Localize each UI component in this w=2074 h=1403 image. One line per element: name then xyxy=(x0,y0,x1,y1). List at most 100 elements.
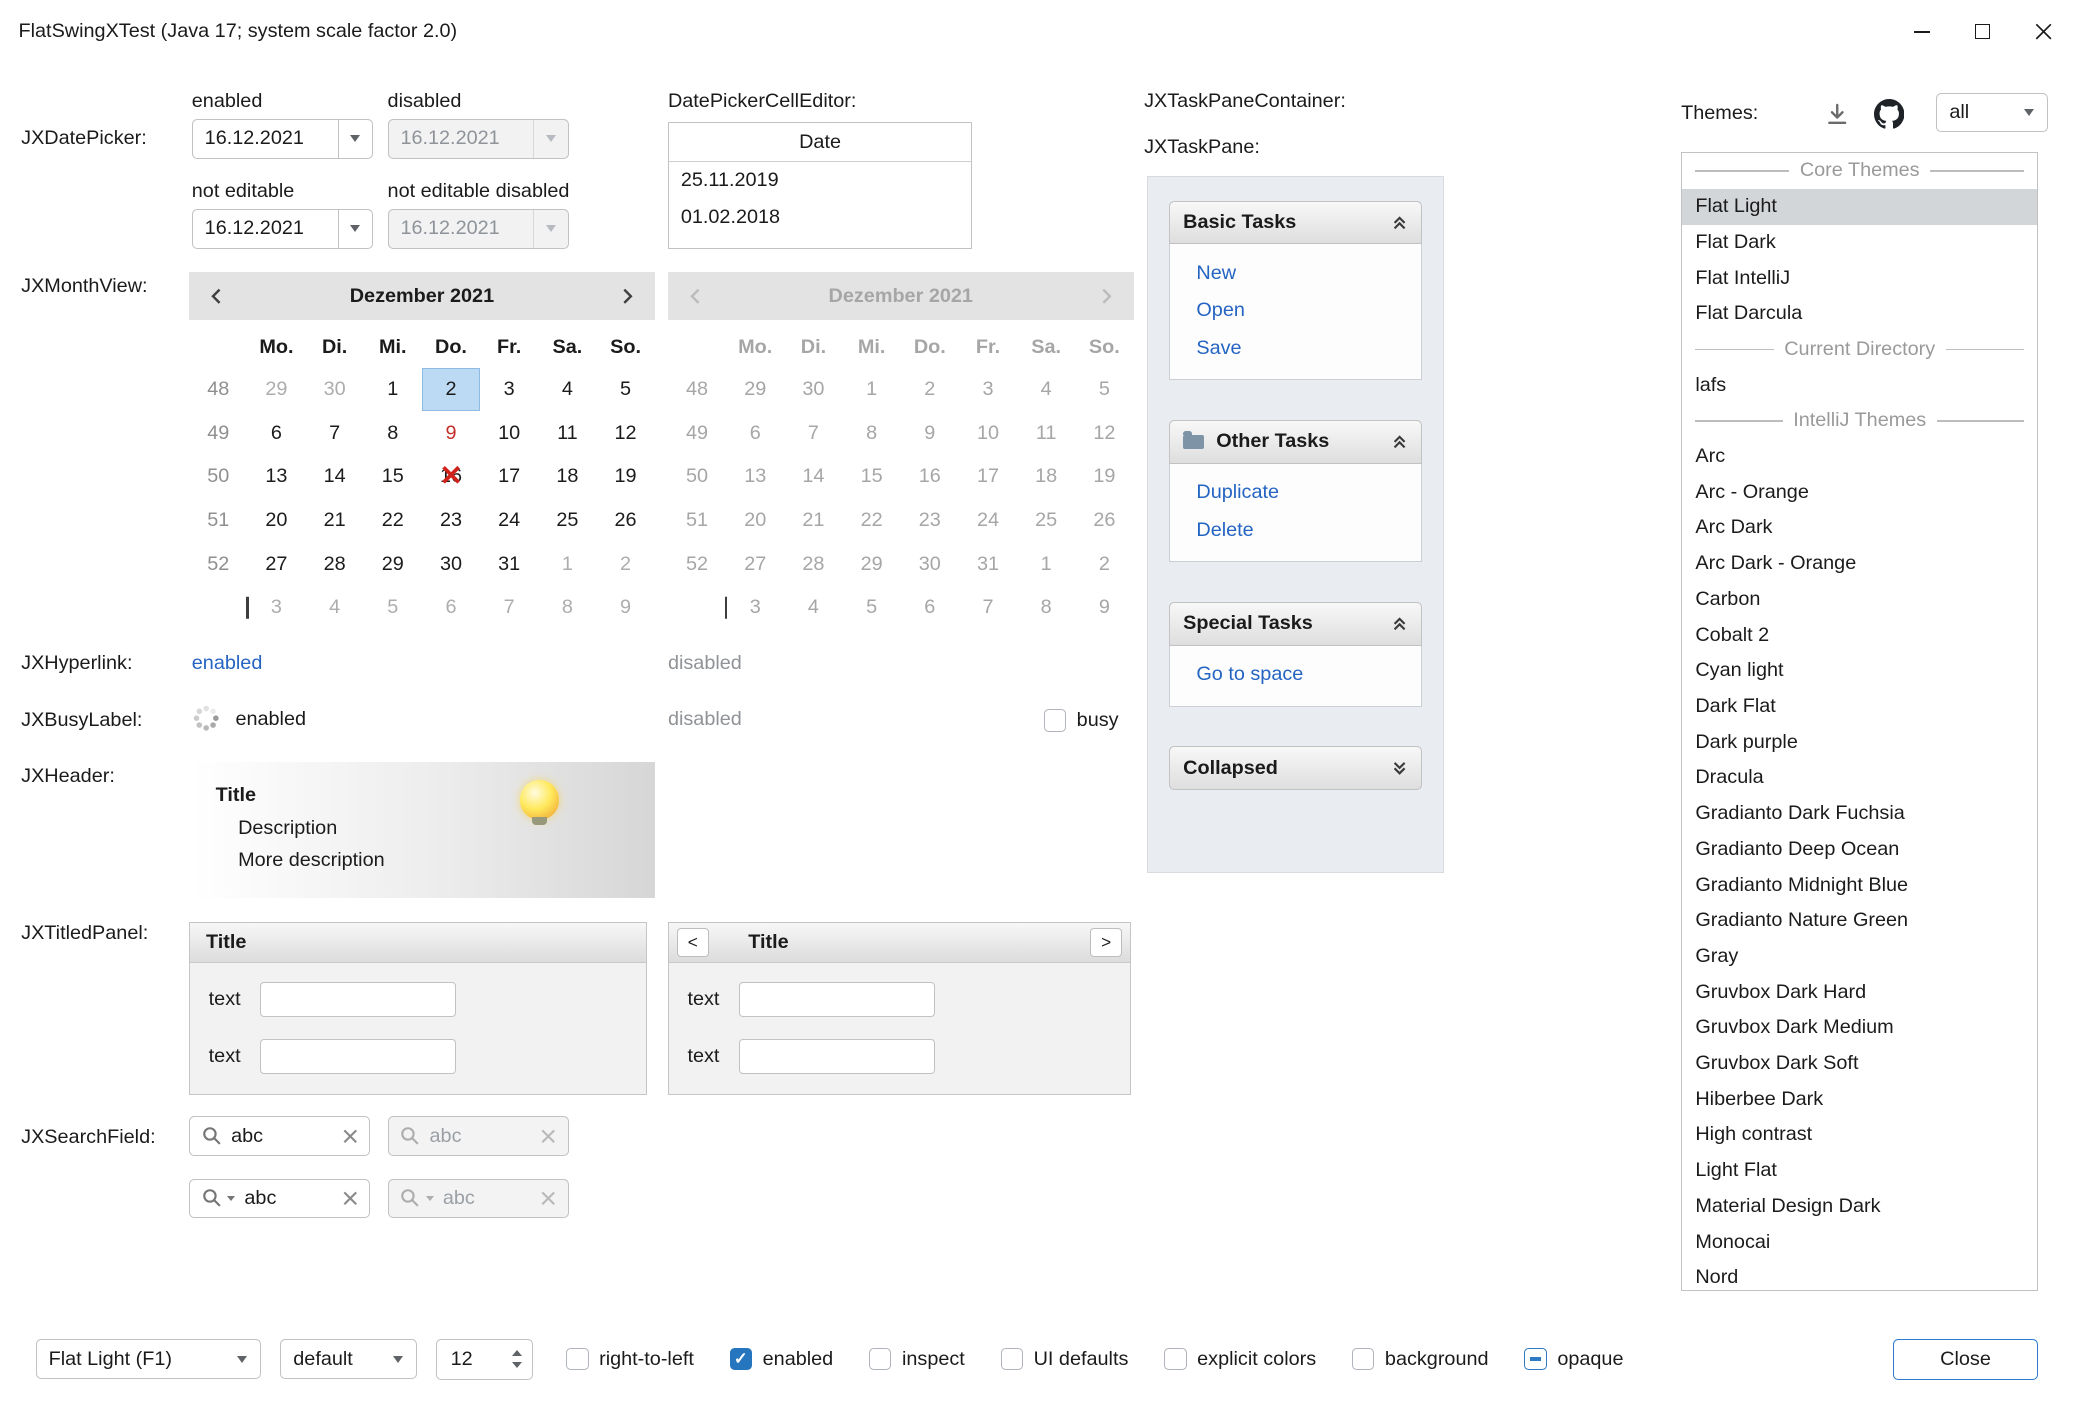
day-cell[interactable]: 15 xyxy=(364,455,422,499)
calendar-next-button[interactable] xyxy=(599,272,655,320)
day-cell[interactable]: 24 xyxy=(480,499,538,543)
taskpane-header[interactable]: Other Tasks xyxy=(1169,420,1422,464)
day-cell[interactable]: 21 xyxy=(306,499,364,543)
theme-list-row[interactable]: Arc Dark - Orange xyxy=(1682,546,2037,582)
day-cell[interactable]: 6 xyxy=(422,586,480,630)
day-cell[interactable]: 2 xyxy=(596,542,654,586)
theme-list-row[interactable]: High contrast xyxy=(1682,1117,2037,1153)
theme-list-row[interactable]: Flat Dark xyxy=(1682,225,2037,261)
text-input[interactable] xyxy=(739,982,935,1016)
day-cell[interactable]: 26 xyxy=(596,499,654,543)
download-themes-button[interactable] xyxy=(1820,97,1854,131)
maximize-button[interactable] xyxy=(1952,0,2013,63)
taskpane-link[interactable]: Save xyxy=(1196,337,1421,360)
theme-list-row[interactable]: Core Themes xyxy=(1682,153,2037,189)
text-input[interactable] xyxy=(260,1039,456,1073)
day-cell[interactable]: 20 xyxy=(247,499,305,543)
theme-list-row[interactable]: Cobalt 2 xyxy=(1682,617,2037,653)
taskpane-link[interactable]: Open xyxy=(1196,299,1421,322)
theme-list-row[interactable]: Hiberbee Dark xyxy=(1682,1081,2037,1117)
text-input[interactable] xyxy=(739,1039,935,1073)
theme-list-row[interactable]: Arc - Orange xyxy=(1682,474,2037,510)
datepicker-not-editable[interactable]: 16.12.2021 xyxy=(192,209,373,249)
hyperlink-enabled[interactable]: enabled xyxy=(192,652,263,675)
day-cell[interactable]: 29 xyxy=(364,542,422,586)
font-size-spinner[interactable]: 12 xyxy=(436,1339,533,1380)
day-cell[interactable]: 2 xyxy=(422,368,480,412)
day-cell[interactable]: 18 xyxy=(538,455,596,499)
theme-list-row[interactable]: Dark Flat xyxy=(1682,689,2037,725)
theme-list-row[interactable]: Material Design Dark xyxy=(1682,1189,2037,1225)
datepicker-enabled[interactable]: 16.12.2021 xyxy=(192,119,373,159)
laf-combo[interactable]: Flat Light (F1) xyxy=(36,1339,261,1379)
close-button[interactable]: Close xyxy=(1893,1339,2038,1380)
minimize-button[interactable] xyxy=(1891,0,1952,63)
table-row[interactable]: 25.11.2019 xyxy=(669,162,971,199)
theme-list-row[interactable]: Dark purple xyxy=(1682,724,2037,760)
calendar-prev-button[interactable] xyxy=(189,272,245,320)
day-cell[interactable]: 22 xyxy=(364,499,422,543)
theme-list-row[interactable]: Gradianto Nature Green xyxy=(1682,903,2037,939)
taskpane-header[interactable]: Basic Tasks xyxy=(1169,201,1422,245)
github-link-button[interactable] xyxy=(1870,95,1907,132)
day-cell[interactable]: 29 xyxy=(247,368,305,412)
theme-list-row[interactable]: Gray xyxy=(1682,939,2037,975)
theme-list-row[interactable]: Flat Darcula xyxy=(1682,296,2037,332)
theme-list-row[interactable]: Gradianto Deep Ocean xyxy=(1682,831,2037,867)
day-cell[interactable]: 11 xyxy=(538,411,596,455)
theme-list-row[interactable]: Arc Dark xyxy=(1682,510,2037,546)
searchfield-with-menu[interactable]: abc xyxy=(189,1179,370,1219)
day-cell[interactable]: 6 xyxy=(247,411,305,455)
theme-list-row[interactable]: Gradianto Dark Fuchsia xyxy=(1682,796,2037,832)
theme-list-row[interactable]: Light Flat xyxy=(1682,1153,2037,1189)
day-cell[interactable]: 12 xyxy=(596,411,654,455)
day-cell[interactable]: 4 xyxy=(306,586,364,630)
day-cell[interactable]: 9 xyxy=(422,411,480,455)
option-checkbox-row[interactable]: background xyxy=(1352,1348,1489,1371)
theme-list-row[interactable]: Monocai xyxy=(1682,1224,2037,1260)
day-cell[interactable]: 4 xyxy=(538,368,596,412)
close-window-button[interactable] xyxy=(2013,0,2074,63)
day-cell[interactable]: 9 xyxy=(596,586,654,630)
taskpane-link[interactable]: New xyxy=(1196,262,1421,285)
spinner-arrows[interactable] xyxy=(503,1350,532,1367)
day-cell[interactable]: 7 xyxy=(306,411,364,455)
day-cell[interactable]: 30 xyxy=(306,368,364,412)
taskpane-link[interactable]: Duplicate xyxy=(1196,481,1421,504)
day-cell[interactable]: 28 xyxy=(306,542,364,586)
day-cell[interactable]: 5 xyxy=(364,586,422,630)
day-cell[interactable]: 31 xyxy=(480,542,538,586)
table-row[interactable]: 01.02.2018 xyxy=(669,199,971,236)
theme-list-row[interactable]: Gruvbox Dark Soft xyxy=(1682,1046,2037,1082)
theme-list-row[interactable]: lafs xyxy=(1682,367,2037,403)
text-input[interactable] xyxy=(260,982,456,1016)
theme-list-row[interactable]: Arc xyxy=(1682,439,2037,475)
datepicker-dropdown-button[interactable] xyxy=(338,210,372,248)
day-cell[interactable]: 30 xyxy=(422,542,480,586)
option-checkbox-row[interactable]: enabled xyxy=(730,1348,834,1371)
theme-list-row[interactable]: Current Directory xyxy=(1682,332,2037,368)
searchfield-enabled[interactable]: abc xyxy=(189,1116,370,1156)
day-cell[interactable]: 1 xyxy=(538,542,596,586)
theme-list-row[interactable]: Flat IntelliJ xyxy=(1682,260,2037,296)
day-cell[interactable]: 19 xyxy=(596,455,654,499)
day-cell[interactable]: 27 xyxy=(247,542,305,586)
day-cell[interactable]: 3 xyxy=(480,368,538,412)
option-checkbox-row[interactable]: UI defaults xyxy=(1001,1348,1129,1371)
day-cell[interactable]: 14 xyxy=(306,455,364,499)
theme-list-row[interactable]: Dracula xyxy=(1682,760,2037,796)
option-checkbox-row[interactable]: explicit colors xyxy=(1164,1348,1316,1371)
busy-checkbox-row[interactable]: busy xyxy=(1044,709,1119,732)
taskpane-link[interactable]: Go to space xyxy=(1196,663,1421,686)
day-cell[interactable]: 7 xyxy=(480,586,538,630)
option-checkbox-row[interactable]: right-to-left xyxy=(566,1348,694,1371)
search-menu-arrow-icon[interactable] xyxy=(227,1196,235,1201)
clear-icon[interactable] xyxy=(343,1191,358,1206)
theme-list-row[interactable]: Nord xyxy=(1682,1260,2037,1291)
taskpane-header[interactable]: Collapsed xyxy=(1169,746,1422,790)
panel-prev-button[interactable]: < xyxy=(677,928,709,957)
day-cell[interactable]: 3 xyxy=(247,586,305,630)
datepicker-dropdown-button[interactable] xyxy=(338,120,372,158)
theme-list-row[interactable]: IntelliJ Themes xyxy=(1682,403,2037,439)
day-cell[interactable]: 23 xyxy=(422,499,480,543)
